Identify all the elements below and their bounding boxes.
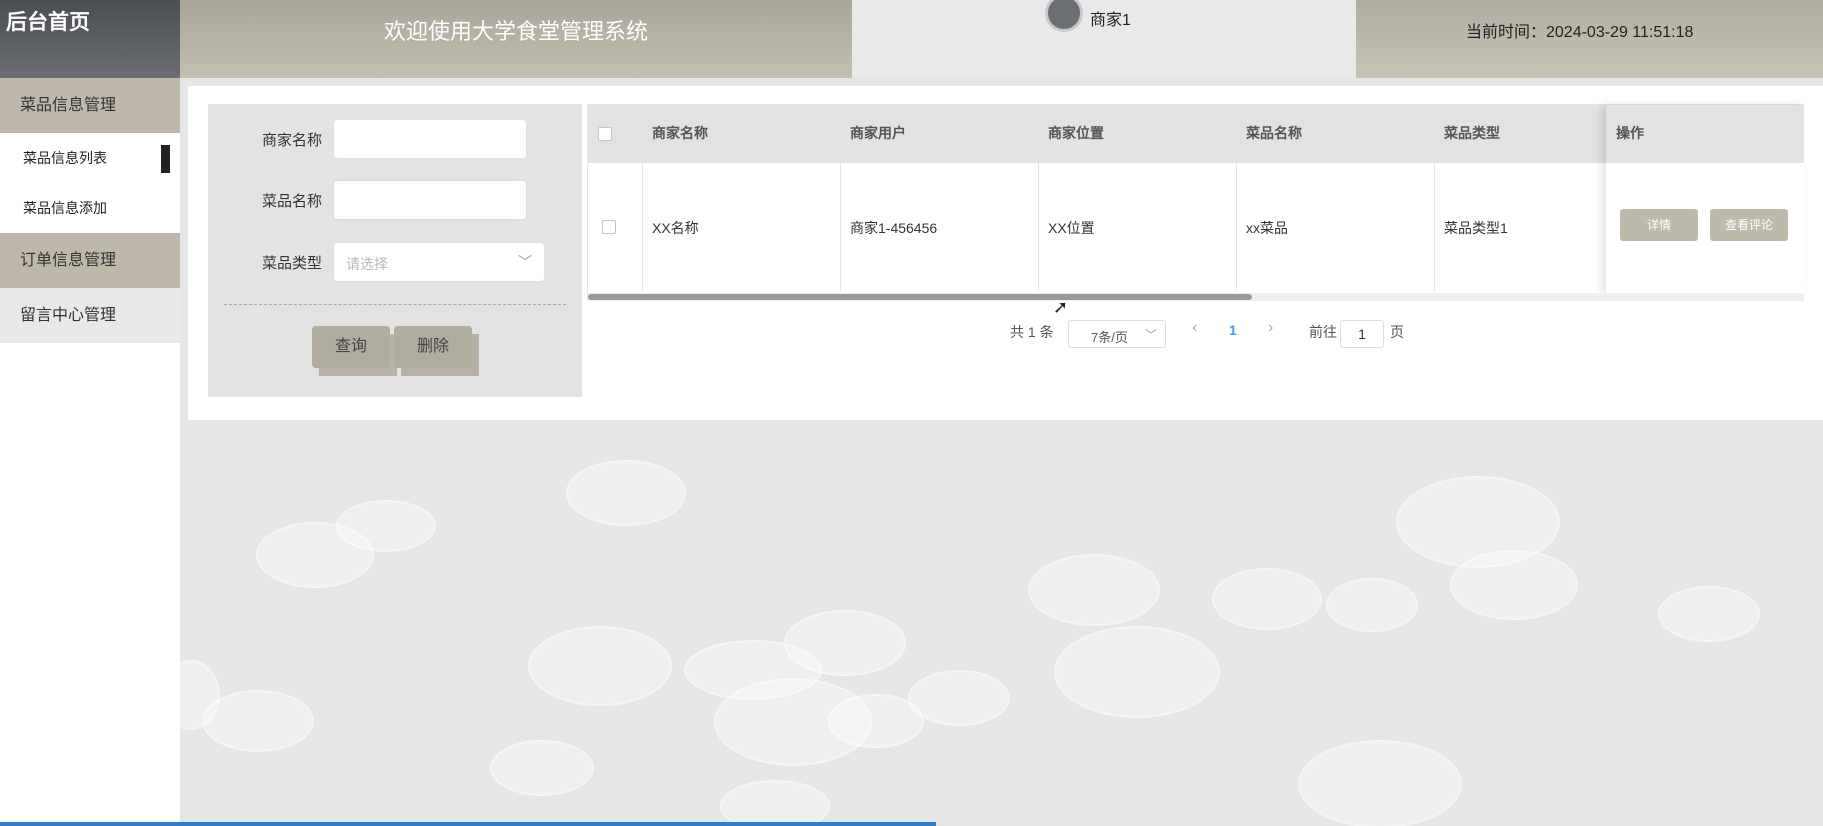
column-divider	[1434, 163, 1435, 291]
current-time: 当前时间：2024-03-29 11:51:18	[1466, 24, 1694, 41]
background-decoration	[180, 420, 1823, 826]
user-area: 商家1	[852, 0, 1356, 78]
search-form: 商家名称 菜品名称 菜品类型 请选择 ﹀ 查询 删除	[208, 104, 582, 397]
page-size-value: 7条/页	[1091, 330, 1128, 345]
home-link[interactable]: 后台首页	[6, 6, 90, 36]
top-header: 后台首页 欢迎使用大学食堂管理系统 商家1 当前时间：2024-03-29 11…	[0, 0, 1823, 78]
cell-dish-name: xx菜品	[1246, 220, 1288, 236]
chevron-down-icon: ﹀	[518, 254, 532, 270]
dish-name-input[interactable]	[333, 180, 527, 220]
query-button-wrap: 查询	[312, 326, 397, 376]
menu-order-management[interactable]: 订单信息管理	[0, 233, 180, 288]
column-header[interactable]: 商家位置	[1048, 123, 1104, 143]
view-comments-button[interactable]: 查看评论	[1710, 209, 1788, 241]
avatar[interactable]	[1045, 0, 1083, 32]
column-divider	[1236, 163, 1237, 291]
goto-page-input[interactable]: 1	[1340, 320, 1384, 348]
dish-type-row: 菜品类型 请选择 ﹀	[208, 242, 582, 282]
column-divider	[1038, 163, 1039, 291]
dish-type-select[interactable]: 请选择 ﹀	[333, 242, 545, 282]
sidebar: 菜品信息管理 菜品信息列表 菜品信息添加 订单信息管理 留言中心管理	[0, 78, 180, 826]
column-header[interactable]: 商家用户	[850, 123, 906, 143]
merchant-name-input[interactable]	[333, 119, 527, 159]
welcome-text: 欢迎使用大学食堂管理系统	[383, 19, 648, 44]
data-table: 商家名称 商家用户 商家位置 菜品名称 菜品类型 XX名称 商家1-456456…	[587, 104, 1804, 301]
column-divider	[642, 163, 643, 291]
username[interactable]: 商家1	[1090, 6, 1131, 30]
cell-merchant-name: XX名称	[652, 220, 699, 236]
row-checkbox[interactable]	[602, 220, 616, 234]
logo-area: 后台首页	[0, 0, 180, 78]
cell-merchant-location: XX位置	[1048, 220, 1095, 236]
active-indicator	[161, 145, 170, 173]
delete-button[interactable]: 删除	[394, 326, 472, 368]
select-all-checkbox[interactable]	[598, 127, 612, 141]
main-panel: 商家名称 菜品名称 菜品类型 请选择 ﹀ 查询 删除 商家名称 商家用户 商家位…	[188, 86, 1823, 420]
merchant-name-row: 商家名称	[208, 119, 582, 159]
goto-label: 前往	[1309, 324, 1337, 340]
sidebar-item-label: 菜品信息添加	[23, 200, 107, 216]
dish-type-label: 菜品类型	[261, 255, 322, 272]
column-header: 操作	[1616, 125, 1644, 141]
scrollbar-thumb[interactable]	[588, 294, 1252, 300]
progress-line	[0, 822, 936, 826]
dish-name-row: 菜品名称	[208, 180, 582, 220]
page-number[interactable]: 1	[1229, 322, 1237, 338]
cell-dish-type: 菜品类型1	[1444, 220, 1508, 236]
welcome-banner: 欢迎使用大学食堂管理系统	[180, 0, 852, 78]
total-count: 共 1 条	[1010, 324, 1054, 340]
column-header[interactable]: 菜品名称	[1246, 123, 1302, 143]
menu-dish-management[interactable]: 菜品信息管理	[0, 78, 180, 133]
page-suffix: 页	[1390, 324, 1404, 340]
actions-cell: 详情 查看评论	[1606, 163, 1804, 293]
horizontal-scrollbar[interactable]	[588, 293, 1804, 301]
column-divider	[840, 163, 841, 291]
chevron-down-icon: ﹀	[1144, 328, 1157, 342]
time-area: 当前时间：2024-03-29 11:51:18	[1356, 0, 1823, 78]
sidebar-item-label: 菜品信息列表	[23, 150, 107, 166]
cell-merchant-user: 商家1-456456	[850, 220, 938, 236]
menu-message-center[interactable]: 留言中心管理	[0, 288, 180, 343]
mouse-cursor-icon: ➚	[1053, 297, 1069, 317]
actions-column: 操作 详情 查看评论	[1606, 105, 1804, 293]
dish-name-label: 菜品名称	[261, 193, 322, 210]
detail-button[interactable]: 详情	[1620, 209, 1698, 241]
sidebar-item-dish-list[interactable]: 菜品信息列表	[0, 133, 180, 183]
column-header[interactable]: 商家名称	[652, 123, 708, 143]
sidebar-item-dish-add[interactable]: 菜品信息添加	[0, 183, 180, 233]
next-page-icon[interactable]: ›	[1268, 319, 1273, 337]
dish-type-placeholder: 请选择	[346, 256, 388, 272]
query-button[interactable]: 查询	[312, 326, 390, 368]
column-header[interactable]: 菜品类型	[1444, 123, 1500, 143]
actions-header: 操作	[1606, 105, 1804, 163]
delete-button-wrap: 删除	[394, 326, 479, 376]
form-divider	[224, 304, 566, 305]
page-size-select[interactable]: 7条/页 ﹀	[1068, 320, 1166, 348]
prev-page-icon[interactable]: ‹	[1192, 319, 1197, 337]
merchant-name-label: 商家名称	[261, 132, 322, 149]
